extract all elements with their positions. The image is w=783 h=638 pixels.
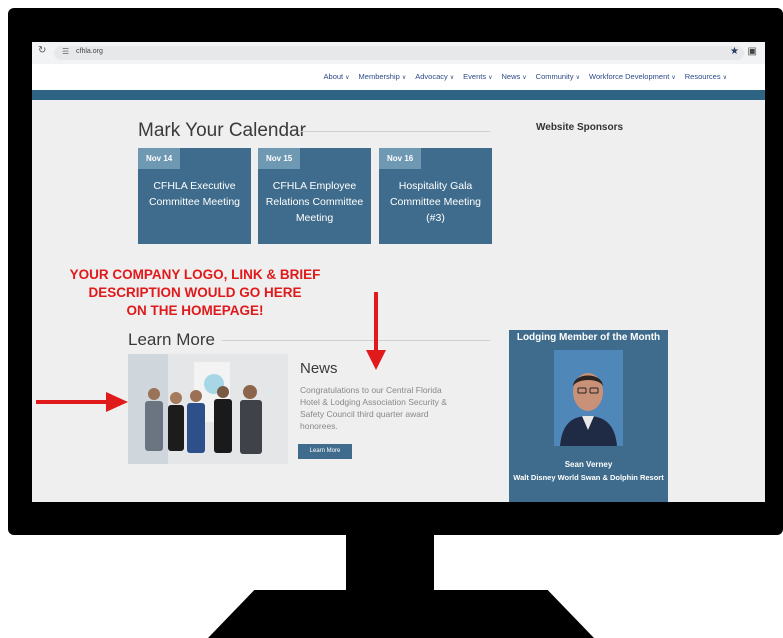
nav-item-about[interactable]: About ∨	[324, 72, 350, 81]
monitor-base	[208, 590, 594, 638]
promo-overlay-text: YOUR COMPANY LOGO, LINK & BRIEF DESCRIPT…	[48, 266, 342, 320]
site-nav: About ∨ Membership ∨ Advocacy ∨ Events ∨ New…	[32, 64, 765, 90]
nav-item-workforce-development[interactable]: Workforce Development ∨	[589, 72, 676, 81]
arrow-down-icon	[366, 292, 386, 370]
nav-item-label: About	[323, 72, 344, 81]
promo-line: ON THE HOMEPAGE!	[126, 303, 264, 318]
event-card[interactable]: Nov 15 CFHLA Employee Relations Committe…	[258, 148, 371, 244]
nav-item-community[interactable]: Community ∨	[536, 72, 580, 81]
news-title[interactable]: News	[300, 360, 338, 377]
lodging-member-heading: Lodging Member of the Month	[516, 332, 661, 343]
event-title: CFHLA Employee Relations Committee Meeti…	[265, 180, 364, 224]
chevron-down-icon: ∨	[671, 75, 676, 81]
address-bar[interactable]: ☰ cfhla.org	[54, 46, 744, 60]
nav-item-membership[interactable]: Membership ∨	[359, 72, 407, 81]
event-date: Nov 15	[258, 148, 301, 169]
nav-item-label: Community	[535, 72, 574, 81]
chevron-down-icon: ∨	[345, 75, 350, 81]
sponsors-heading: Website Sponsors	[536, 122, 624, 133]
learn-more-heading: Learn More	[128, 330, 215, 349]
chevron-down-icon: ∨	[488, 75, 493, 81]
monitor-neck	[346, 534, 434, 592]
nav-item-resources[interactable]: Resources ∨	[685, 72, 727, 81]
event-date: Nov 16	[379, 148, 422, 169]
nav-item-advocacy[interactable]: Advocacy ∨	[415, 72, 454, 81]
calendar-heading: Mark Your Calendar	[138, 120, 306, 141]
site-info-icon[interactable]: ☰	[62, 47, 69, 56]
browser-toolbar: ↻ ☰ cfhla.org ★ ▣	[32, 42, 765, 65]
nav-item-events[interactable]: Events ∨	[463, 72, 492, 81]
event-date: Nov 14	[138, 148, 181, 169]
nav-item-label: Membership	[358, 72, 400, 81]
nav-item-news[interactable]: News ∨	[502, 72, 527, 81]
news-summary: Congratulations to our Central Florida H…	[300, 385, 447, 431]
nav-item-label: Workforce Development	[589, 72, 670, 81]
event-card[interactable]: Nov 16 Hospitality Gala Committee Meetin…	[379, 148, 492, 244]
heading-divider	[222, 340, 490, 341]
event-title: Hospitality Gala Committee Meeting (#3)	[389, 180, 482, 224]
lodging-member-card[interactable]: Lodging Member of the Month Sean Verney …	[509, 330, 668, 502]
news-photo[interactable]	[128, 354, 288, 464]
promo-line: YOUR COMPANY LOGO, LINK & BRIEF	[69, 267, 321, 282]
chevron-down-icon: ∨	[449, 75, 455, 81]
event-card[interactable]: Nov 14 CFHLA Executive Committee Meeting	[138, 148, 251, 244]
arrow-right-icon	[36, 392, 128, 412]
member-affiliation: Walt Disney World Swan & Dolphin Resort	[513, 473, 664, 482]
extensions-icon[interactable]: ▣	[748, 46, 757, 57]
event-title: CFHLA Executive Committee Meeting	[148, 180, 241, 208]
learn-more-button[interactable]: Learn More	[298, 444, 352, 459]
member-name: Sean Verney	[564, 460, 613, 469]
chevron-down-icon: ∨	[575, 75, 581, 81]
heading-divider	[298, 131, 490, 132]
reload-icon[interactable]: ↻	[38, 45, 46, 56]
chevron-down-icon: ∨	[722, 75, 727, 81]
chevron-down-icon: ∨	[522, 75, 527, 81]
nav-item-label: Advocacy	[415, 72, 448, 81]
header-band	[32, 90, 765, 100]
member-portrait	[554, 350, 623, 446]
url-text: cfhla.org	[76, 48, 103, 55]
promo-line: DESCRIPTION WOULD GO HERE	[88, 285, 302, 300]
nav-item-label: News	[501, 72, 521, 81]
nav-item-label: Resources	[684, 72, 721, 81]
nav-item-label: Events	[463, 72, 487, 81]
chevron-down-icon: ∨	[401, 75, 407, 81]
bookmark-star-icon[interactable]: ★	[730, 46, 739, 57]
